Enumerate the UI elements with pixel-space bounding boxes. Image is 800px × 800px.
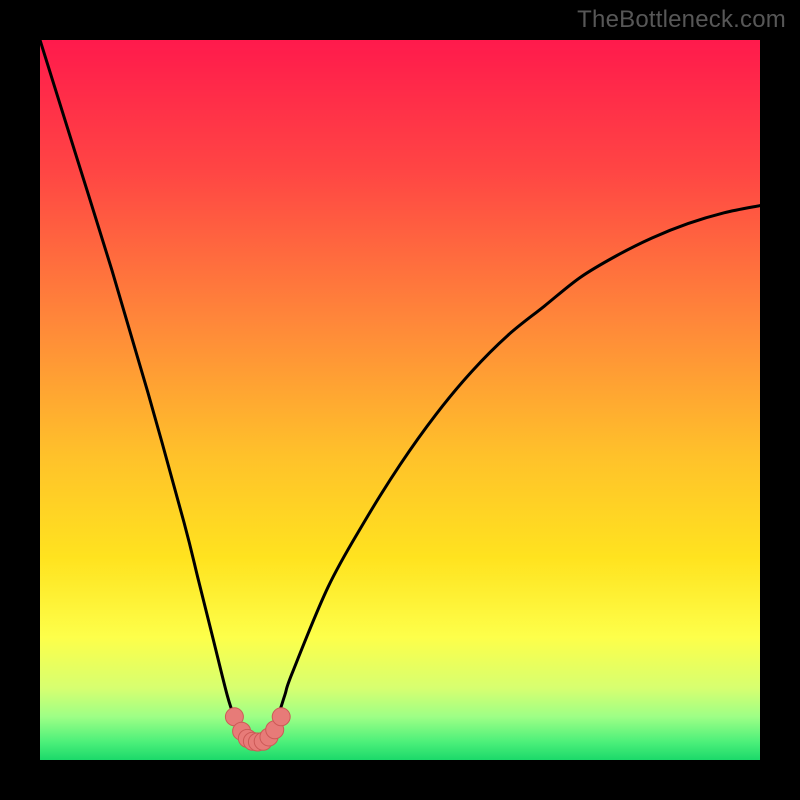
watermark-text: TheBottleneck.com	[577, 6, 786, 34]
plot-area	[40, 40, 760, 760]
optimal-marker	[272, 708, 290, 726]
gradient-background	[40, 40, 760, 760]
chart-frame: TheBottleneck.com	[0, 0, 800, 800]
bottleneck-chart	[40, 40, 760, 760]
